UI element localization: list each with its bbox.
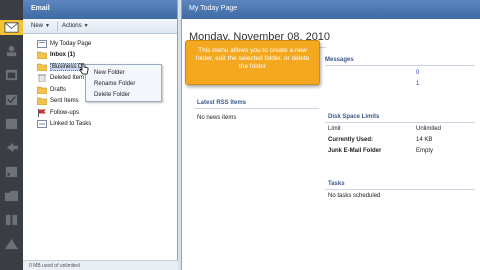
folder-icon [36, 51, 48, 60]
calendar-icon[interactable] [3, 67, 20, 82]
storage-status: 0 MB used of unlimited [23, 260, 178, 270]
menu-item-rename-folder[interactable]: Rename Folder [86, 78, 161, 89]
actions-button[interactable]: Actions ▼ [56, 20, 94, 32]
messages-count[interactable]: 0 [416, 70, 419, 76]
chevron-down-icon: ▼ [83, 23, 89, 29]
folder-follow-ups[interactable]: Follow-ups [23, 107, 178, 119]
contacts-icon[interactable] [3, 43, 20, 58]
email-panel-title: Email [23, 0, 177, 19]
back-icon[interactable] [3, 140, 20, 155]
folder-linked-to-tasks[interactable]: Linked to Tasks [23, 119, 178, 131]
new-button[interactable]: New ▼ [26, 21, 55, 32]
disk-section-title: Disk Space Limits [328, 114, 380, 120]
email-toolbar: New ▼ Actions ▼ [23, 19, 177, 34]
junk-folder-label: Junk E-Mail Folder [328, 148, 382, 154]
hand-cursor-icon [79, 63, 89, 75]
app-icon-rail [0, 0, 23, 270]
junk-folder-value: Empty [416, 148, 434, 154]
folder-icon [36, 86, 48, 94]
divider [325, 189, 475, 190]
rss-empty-text: No news items [197, 115, 237, 121]
tasks-section-title: Tasks [328, 181, 345, 187]
menu-item-new-folder[interactable]: New Folder [86, 67, 161, 78]
messages-section-title: Messages [325, 57, 354, 63]
disk-limit-value: Unlimited [416, 126, 442, 132]
trash-icon [37, 74, 47, 83]
divider [325, 65, 475, 66]
feeds-icon[interactable] [3, 164, 20, 179]
today-icon [37, 39, 47, 48]
today-page-title: My Today Page [182, 0, 480, 19]
menu-item-delete-folder[interactable]: Delete Folder [86, 89, 161, 100]
documents-icon[interactable] [3, 212, 20, 227]
help-tooltip: This menu allows you to create a new fol… [185, 40, 320, 85]
rss-section-title: Latest RSS Items [197, 100, 247, 106]
disk-used-label: Currently Used: [328, 137, 374, 143]
flag-icon [37, 108, 47, 117]
messages-count[interactable]: 1 [416, 81, 419, 87]
tasks-empty-text: No tasks scheduled [328, 193, 381, 199]
chevron-down-icon: ▼ [45, 23, 50, 29]
alerts-icon[interactable] [3, 236, 20, 251]
link-icon [37, 120, 47, 129]
files-icon[interactable] [3, 188, 20, 203]
folder-icon [36, 63, 48, 71]
disk-limit-label: Limit [328, 126, 341, 132]
email-panel: Email New ▼ Actions ▼ My Today Page Inbo… [23, 0, 178, 270]
folder-inbox[interactable]: Inbox (1) [23, 50, 178, 62]
mail-icon[interactable] [0, 20, 23, 35]
folder-icon [36, 97, 48, 106]
folder-my-today-page[interactable]: My Today Page [23, 38, 178, 50]
divider [194, 108, 319, 109]
divider [325, 122, 475, 123]
folder-context-menu: New Folder Rename Folder Delete Folder [85, 64, 162, 102]
notes-icon[interactable] [3, 116, 20, 131]
tasks-icon[interactable] [3, 92, 20, 107]
disk-used-value: 14 KB [416, 137, 433, 143]
